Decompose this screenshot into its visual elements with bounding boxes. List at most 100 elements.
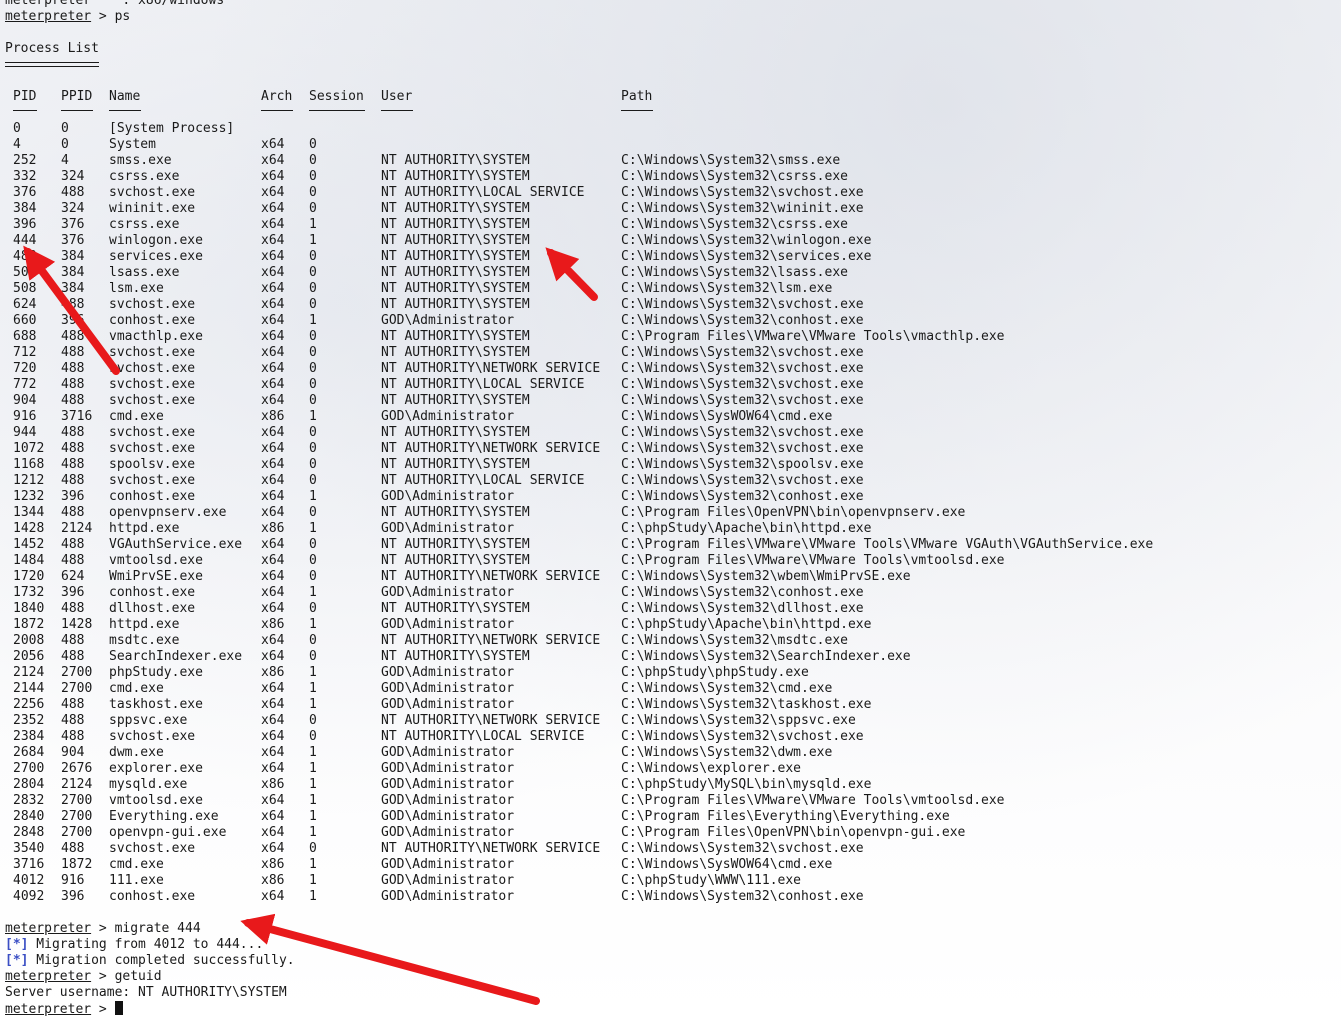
session-cell: 0 xyxy=(309,729,317,744)
pid-cell: 720 xyxy=(13,361,37,376)
ppid-cell: 384 xyxy=(61,265,85,280)
pid-cell: 1872 xyxy=(13,617,45,632)
arch-cell: x64 xyxy=(261,537,285,552)
path-cell: C:\Windows\System32\spoolsv.exe xyxy=(621,457,864,472)
ppid-cell: 0 xyxy=(61,121,69,136)
ppid-cell: 488 xyxy=(61,601,85,616)
pid-cell: 712 xyxy=(13,345,37,360)
table-row: 4 0 System x64 0 xyxy=(5,137,1325,153)
pid-cell: 376 xyxy=(13,185,37,200)
session-cell: 1 xyxy=(309,233,317,248)
path-cell: C:\Windows\System32\svchost.exe xyxy=(621,729,864,744)
arch-cell: x86 xyxy=(261,777,285,792)
arch-cell: x64 xyxy=(261,729,285,744)
table-row: 720 488 svchost.exe x64 0 NT AUTHORITY\NETWOR… xyxy=(5,361,1325,377)
process-name-cell: dwm.exe xyxy=(109,745,164,760)
table-row: 688 488 vmacthlp.exe x64 0 NT AUTHORITY\SYSTE… xyxy=(5,329,1325,345)
pid-cell: 2352 xyxy=(13,713,45,728)
path-cell: C:\Windows\explorer.exe xyxy=(621,761,802,776)
user-cell: GOD\Administrator xyxy=(381,809,515,824)
session-cell: 0 xyxy=(309,361,317,376)
status-marker: [*] xyxy=(5,953,29,968)
session-cell: 0 xyxy=(309,553,317,568)
pid-cell: 1840 xyxy=(13,601,45,616)
process-name-cell: svchost.exe xyxy=(109,361,196,376)
pid-cell: 2008 xyxy=(13,633,45,648)
table-row: 904 488 svchost.exe x64 0 NT AUTHORITY\SYSTEM… xyxy=(5,393,1325,409)
ppid-cell: 488 xyxy=(61,185,85,200)
terminal-window[interactable]: meterpreter : x86/windows meterpreter > … xyxy=(0,0,1341,1025)
path-cell: C:\Windows\SysWOW64\cmd.exe xyxy=(621,857,833,872)
ppid-cell: 324 xyxy=(61,169,85,184)
user-cell: NT AUTHORITY\SYSTEM xyxy=(381,537,530,552)
table-row: 1720 624 WmiPrvSE.exe x64 0 NT AUTHORITY\NETW… xyxy=(5,569,1325,585)
ppid-cell: 376 xyxy=(61,217,85,232)
arch-cell: x64 xyxy=(261,649,285,664)
pid-cell: 2832 xyxy=(13,793,45,808)
path-cell: C:\Program Files\Everything\Everything.e… xyxy=(621,809,950,824)
arch-cell: x64 xyxy=(261,793,285,808)
arch-cell: x64 xyxy=(261,489,285,504)
table-row: 252 4 smss.exe x64 0 NT AUTHORITY\SYSTEM C:\Wi… xyxy=(5,153,1325,169)
path-cell: C:\Program Files\VMware\VMware Tools\vma… xyxy=(621,329,1005,344)
user-cell: NT AUTHORITY\SYSTEM xyxy=(381,553,530,568)
table-row: 1484 488 vmtoolsd.exe x64 0 NT AUTHORITY\SYST… xyxy=(5,553,1325,569)
process-name-cell: winlogon.exe xyxy=(109,233,203,248)
table-row: 444 376 winlogon.exe x64 1 NT AUTHORITY\SYSTE… xyxy=(5,233,1325,249)
user-cell: NT AUTHORITY\SYSTEM xyxy=(381,649,530,664)
path-cell: C:\Windows\System32\svchost.exe xyxy=(621,441,864,456)
pid-cell: 2848 xyxy=(13,825,45,840)
ppid-cell: 1872 xyxy=(61,857,93,872)
arch-cell: x64 xyxy=(261,825,285,840)
migration-completed-line: [*] Migration completed successfully. xyxy=(5,953,295,969)
session-cell: 1 xyxy=(309,857,317,872)
session-cell: 0 xyxy=(309,345,317,360)
session-cell: 1 xyxy=(309,217,317,232)
session-cell: 1 xyxy=(309,409,317,424)
arch-cell: x64 xyxy=(261,569,285,584)
table-row: 2684 904 dwm.exe x64 1 GOD\Administrator C:\Wi… xyxy=(5,745,1325,761)
header-name: Name xyxy=(109,89,141,104)
pid-cell: 2840 xyxy=(13,809,45,824)
process-name-cell: dllhost.exe xyxy=(109,601,196,616)
ppid-cell: 624 xyxy=(61,569,85,584)
table-row: 376 488 svchost.exe x64 0 NT AUTHORITY\LOCAL … xyxy=(5,185,1325,201)
pid-cell: 1344 xyxy=(13,505,45,520)
ppid-cell: 396 xyxy=(61,585,85,600)
ppid-cell: 488 xyxy=(61,697,85,712)
path-cell: C:\Windows\System32\svchost.exe xyxy=(621,425,864,440)
user-cell: NT AUTHORITY\LOCAL SERVICE xyxy=(381,185,585,200)
path-cell: C:\Windows\System32\SearchIndexer.exe xyxy=(621,649,911,664)
current-prompt-line[interactable]: meterpreter > xyxy=(5,1001,123,1017)
user-cell: GOD\Administrator xyxy=(381,665,515,680)
user-cell: NT AUTHORITY\LOCAL SERVICE xyxy=(381,729,585,744)
pid-cell: 4 xyxy=(13,137,21,152)
session-cell: 1 xyxy=(309,697,317,712)
user-cell: NT AUTHORITY\SYSTEM xyxy=(381,297,530,312)
path-cell: C:\phpStudy\phpStudy.exe xyxy=(621,665,809,680)
ppid-cell: 488 xyxy=(61,553,85,568)
session-cell: 1 xyxy=(309,825,317,840)
arch-cell: x64 xyxy=(261,249,285,264)
arch-cell: x64 xyxy=(261,889,285,904)
user-cell: NT AUTHORITY\SYSTEM xyxy=(381,249,530,264)
pid-cell: 2804 xyxy=(13,777,45,792)
table-row: 2384 488 svchost.exe x64 0 NT AUTHORITY\LOCAL… xyxy=(5,729,1325,745)
user-cell: NT AUTHORITY\NETWORK SERVICE xyxy=(381,713,601,728)
process-name-cell: lsass.exe xyxy=(109,265,180,280)
session-cell: 0 xyxy=(309,393,317,408)
path-cell: C:\Windows\System32\lsm.exe xyxy=(621,281,833,296)
session-cell: 0 xyxy=(309,713,317,728)
ppid-cell: 488 xyxy=(61,361,85,376)
arch-cell: x86 xyxy=(261,873,285,888)
table-row: 4012 916 111.exe x86 1 GOD\Administrator C:\ph… xyxy=(5,873,1325,889)
path-cell: C:\Windows\System32\msdtc.exe xyxy=(621,633,848,648)
underline-name xyxy=(109,110,141,111)
ppid-cell: 488 xyxy=(61,841,85,856)
text-cursor[interactable] xyxy=(114,1001,123,1015)
table-row: 2352 488 sppsvc.exe x64 0 NT AUTHORITY\NETWOR… xyxy=(5,713,1325,729)
ppid-cell: 488 xyxy=(61,393,85,408)
pid-cell: 1232 xyxy=(13,489,45,504)
process-name-cell: conhost.exe xyxy=(109,489,196,504)
ppid-cell: 488 xyxy=(61,729,85,744)
